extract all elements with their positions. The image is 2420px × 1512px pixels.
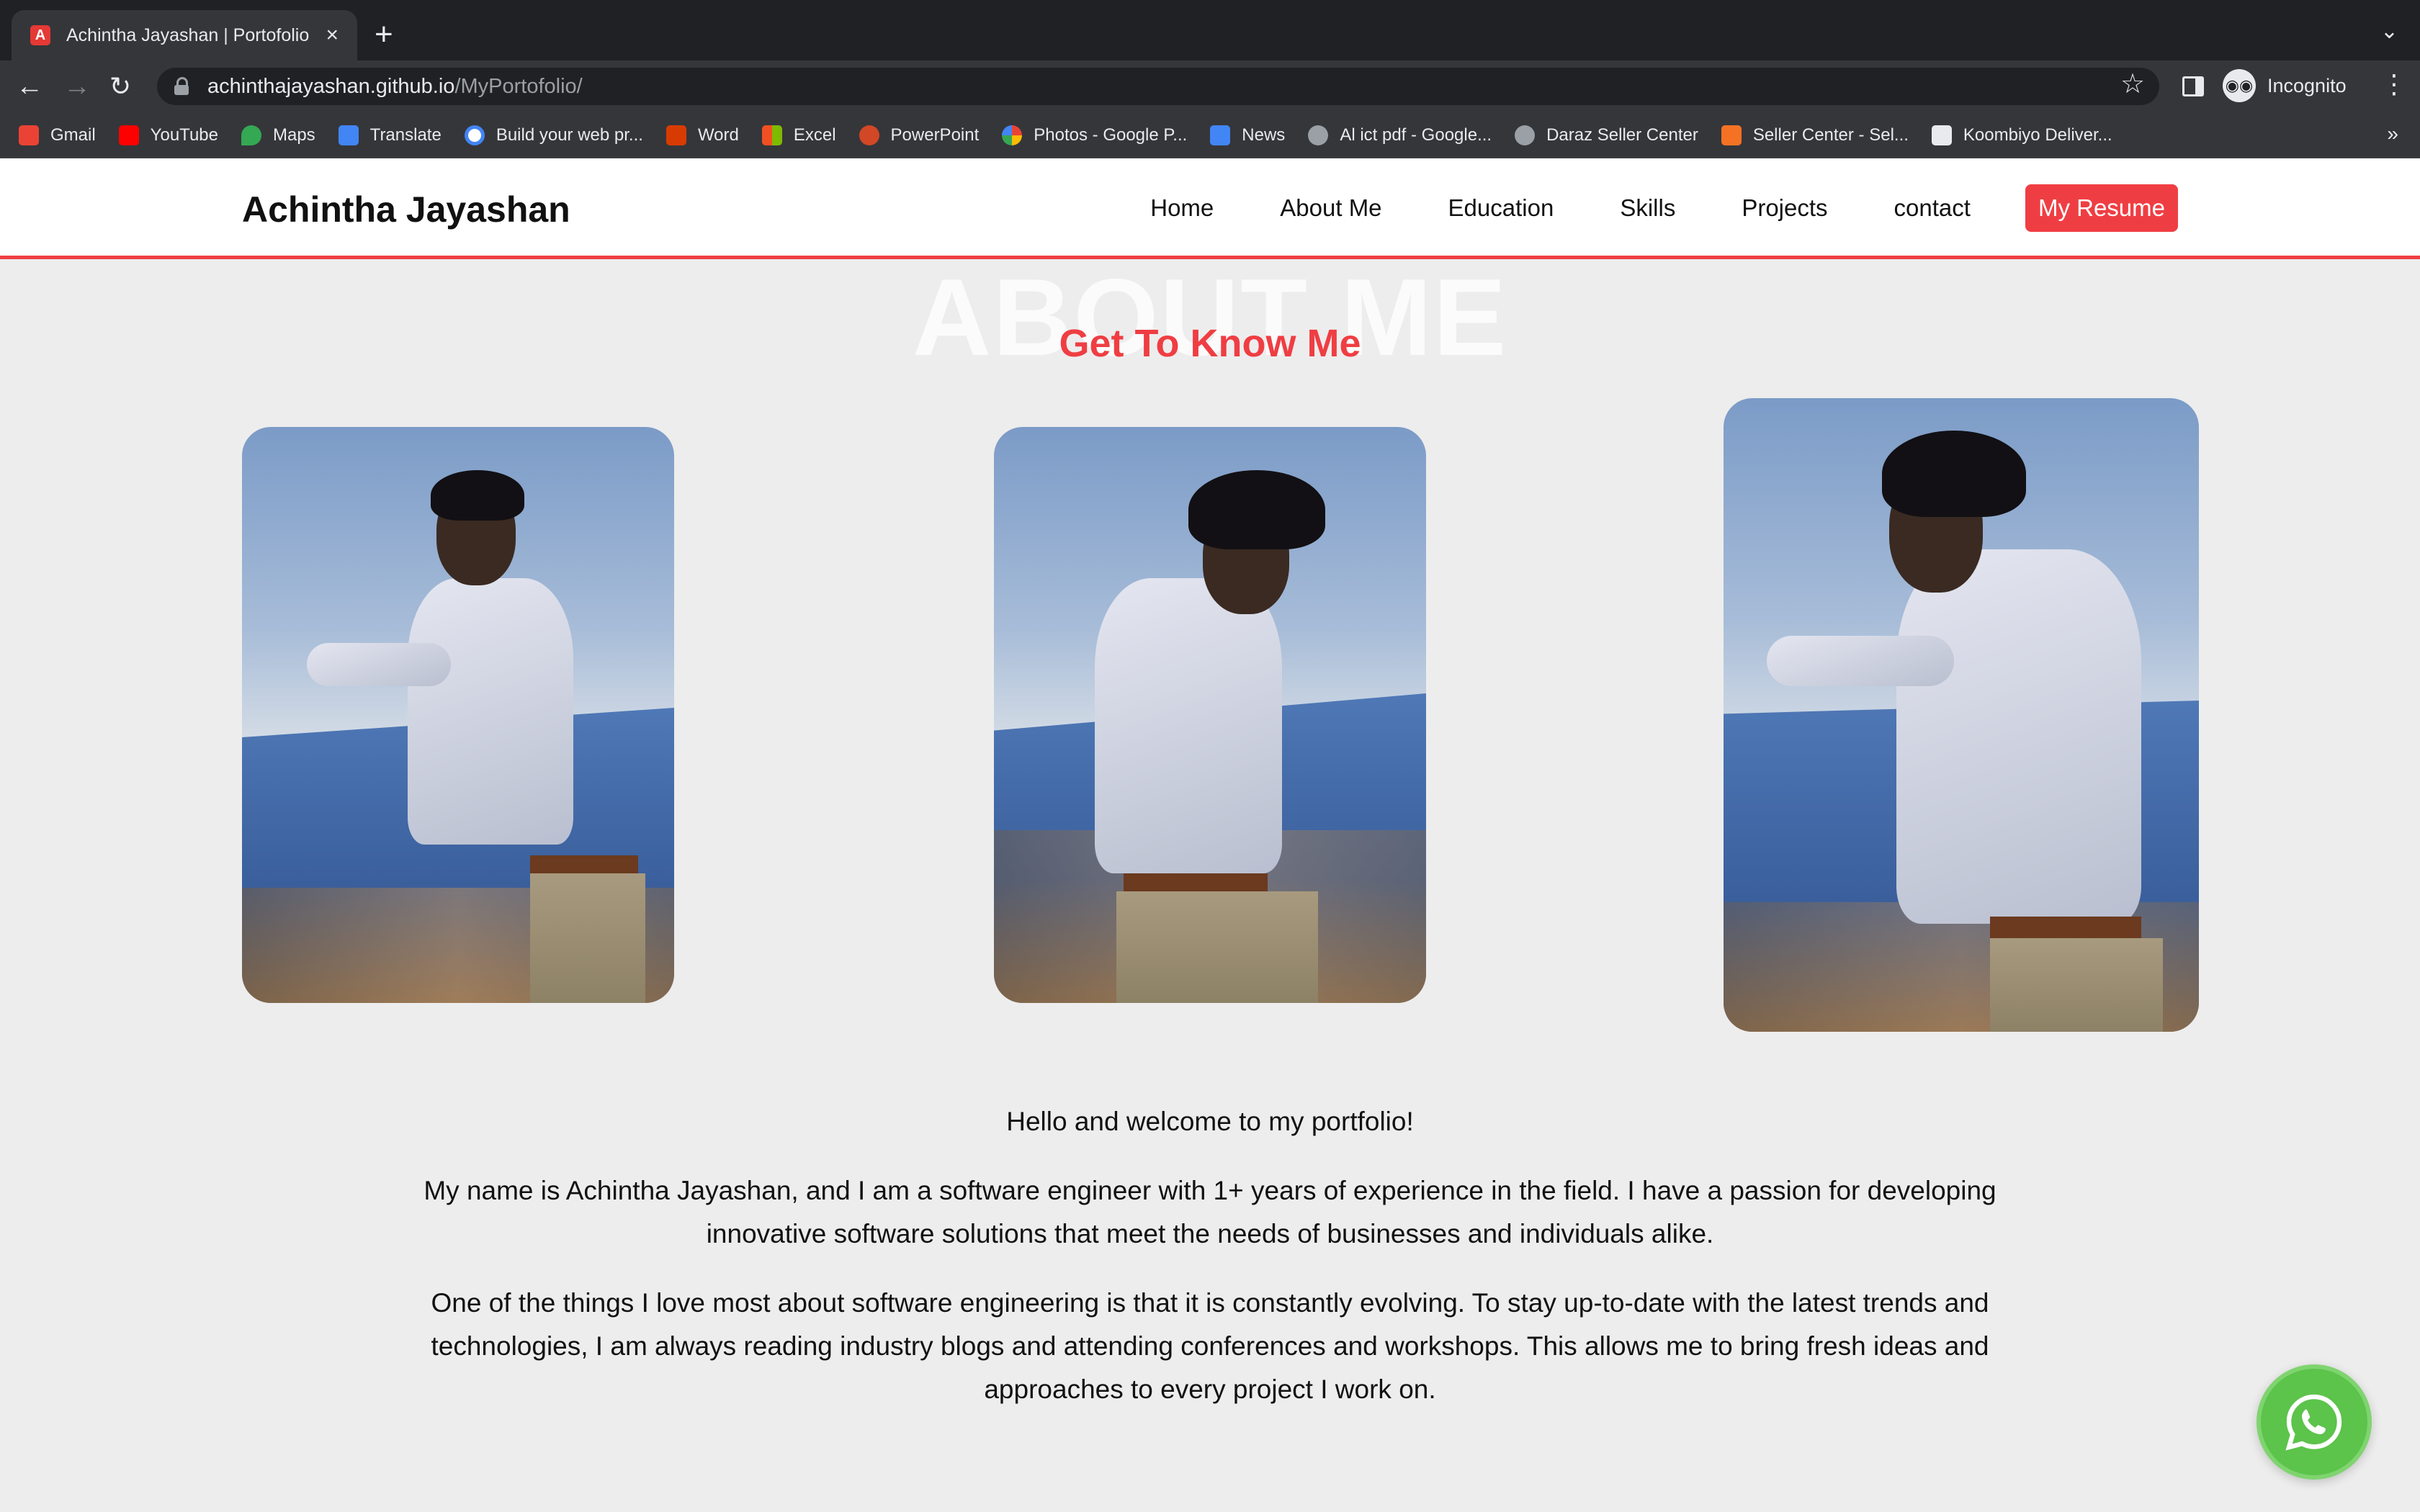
bookmark-label: Excel bbox=[793, 125, 836, 145]
profile-photo-2 bbox=[994, 427, 1426, 1003]
new-tab-icon[interactable]: + bbox=[375, 14, 393, 55]
reload-icon[interactable]: ↻ bbox=[109, 71, 131, 102]
bookmark-label: News bbox=[1242, 125, 1286, 145]
address-bar[interactable]: achinthajayashan.github.io /MyPortofolio… bbox=[157, 68, 2159, 105]
site-logo[interactable]: Achintha Jayashan bbox=[242, 189, 570, 230]
powerpoint-icon bbox=[859, 125, 879, 145]
back-arrow-icon[interactable]: ← bbox=[16, 71, 43, 102]
bookmark-google-sites[interactable]: Build your web pr... bbox=[464, 125, 643, 145]
bookmark-label: Daraz Seller Center bbox=[1546, 125, 1698, 145]
bookmarks-bar: Gmail YouTube Maps Translate Build your … bbox=[0, 112, 2420, 158]
microsoft-icon bbox=[761, 125, 782, 145]
bookmark-news[interactable]: News bbox=[1210, 125, 1285, 145]
gmail-icon bbox=[19, 125, 39, 145]
browser-tab[interactable]: A Achintha Jayashan | Portofolio × bbox=[12, 10, 357, 60]
bookmark-powerpoint[interactable]: PowerPoint bbox=[859, 125, 980, 145]
about-paragraph-2: One of the things I love most about soft… bbox=[431, 1288, 1989, 1404]
about-greeting: Hello and welcome to my portfolio! bbox=[1006, 1107, 1414, 1136]
tab-search-chevron-icon[interactable]: ⌄ bbox=[2380, 19, 2398, 44]
bookmark-star-icon[interactable]: ☆ bbox=[2120, 68, 2145, 100]
bookmark-label: Koombiyo Deliver... bbox=[1963, 125, 2112, 145]
news-icon bbox=[1210, 125, 1231, 145]
bookmark-label: Seller Center - Sel... bbox=[1752, 125, 1909, 145]
forward-arrow-icon[interactable]: → bbox=[63, 71, 91, 102]
globe-icon bbox=[1515, 125, 1536, 145]
browser-toolbar: ← → ↻ achinthajayashan.github.io /MyPort… bbox=[0, 60, 2420, 112]
bookmark-youtube[interactable]: YouTube bbox=[118, 125, 218, 145]
bookmark-label: Gmail bbox=[50, 125, 96, 145]
bookmarks-overflow-icon[interactable]: » bbox=[2387, 122, 2398, 145]
incognito-profile[interactable]: ◉◉ Incognito bbox=[2223, 69, 2347, 102]
browser-menu-icon[interactable]: ⋮ bbox=[2381, 69, 2407, 99]
bookmark-al-ict[interactable]: Al ict pdf - Google... bbox=[1308, 125, 1492, 145]
profile-photo-1 bbox=[242, 427, 674, 1003]
url-host: achinthajayashan.github.io bbox=[207, 74, 455, 98]
google-icon bbox=[464, 125, 485, 145]
whatsapp-button[interactable] bbox=[2257, 1364, 2372, 1480]
incognito-label: Incognito bbox=[2267, 74, 2347, 96]
bookmark-word[interactable]: Word bbox=[666, 125, 739, 145]
bookmark-label: Al ict pdf - Google... bbox=[1340, 125, 1492, 145]
koombiyo-icon bbox=[1931, 125, 1952, 145]
tab-favicon-icon: A bbox=[30, 25, 50, 45]
globe-icon bbox=[1308, 125, 1329, 145]
my-resume-button[interactable]: My Resume bbox=[2025, 184, 2178, 232]
whatsapp-icon bbox=[2285, 1394, 2342, 1451]
seller-center-icon bbox=[1721, 125, 1742, 145]
office-icon bbox=[666, 125, 686, 145]
bookmark-seller-center[interactable]: Seller Center - Sel... bbox=[1721, 125, 1909, 145]
bookmark-photos[interactable]: Photos - Google P... bbox=[1002, 125, 1187, 145]
photos-pinwheel-icon bbox=[1002, 125, 1023, 145]
nav-home[interactable]: Home bbox=[1150, 194, 1214, 222]
nav-skills[interactable]: Skills bbox=[1620, 194, 1675, 222]
about-paragraph-1: My name is Achintha Jayashan, and I am a… bbox=[424, 1176, 1996, 1248]
nav-about-me[interactable]: About Me bbox=[1280, 194, 1381, 222]
bookmark-maps[interactable]: Maps bbox=[241, 125, 315, 145]
nav-contact[interactable]: contact bbox=[1894, 194, 1971, 222]
about-section-title: Get To Know Me bbox=[1059, 322, 1361, 365]
tab-title: Achintha Jayashan | Portofolio bbox=[66, 24, 310, 45]
bookmark-label: Build your web pr... bbox=[496, 125, 643, 145]
bookmark-koombiyo[interactable]: Koombiyo Deliver... bbox=[1931, 125, 2112, 145]
tab-close-icon[interactable]: × bbox=[326, 23, 339, 48]
bookmark-translate[interactable]: Translate bbox=[338, 125, 442, 145]
lock-icon bbox=[174, 77, 189, 96]
side-panel-icon[interactable] bbox=[2182, 76, 2204, 96]
nav-projects[interactable]: Projects bbox=[1742, 194, 1827, 222]
site-nav: Home About Me Education Skills Projects … bbox=[1150, 184, 2178, 232]
browser-tabstrip: A Achintha Jayashan | Portofolio × + ⌄ bbox=[0, 0, 2420, 60]
bookmark-label: YouTube bbox=[150, 125, 218, 145]
bookmark-label: Photos - Google P... bbox=[1034, 125, 1188, 145]
youtube-icon bbox=[118, 125, 139, 145]
bookmark-label: Word bbox=[697, 125, 739, 145]
translate-icon bbox=[338, 125, 359, 145]
incognito-icon: ◉◉ bbox=[2223, 69, 2256, 102]
bookmark-label: Translate bbox=[369, 125, 442, 145]
url-path: /MyPortofolio/ bbox=[454, 74, 583, 98]
profile-photo-3 bbox=[1724, 398, 2199, 1032]
nav-education[interactable]: Education bbox=[1448, 194, 1554, 222]
bookmark-gmail[interactable]: Gmail bbox=[19, 125, 96, 145]
maps-pin-icon bbox=[241, 125, 261, 145]
site-header: Achintha Jayashan Home About Me Educatio… bbox=[0, 158, 2420, 259]
bookmark-excel[interactable]: Excel bbox=[761, 125, 836, 145]
bookmark-label: Maps bbox=[272, 125, 315, 145]
bookmark-daraz[interactable]: Daraz Seller Center bbox=[1515, 125, 1698, 145]
bookmark-label: PowerPoint bbox=[890, 125, 980, 145]
